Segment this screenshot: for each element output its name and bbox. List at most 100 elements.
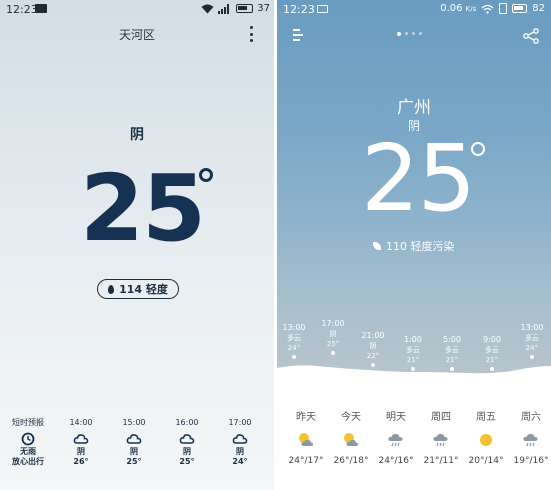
hourly-temp: 21° bbox=[445, 356, 459, 364]
aqi-badge[interactable]: 114 轻度 bbox=[97, 279, 179, 299]
hourly-item: 17:00 阴 25° bbox=[313, 318, 353, 355]
forecast-value: 26° bbox=[73, 457, 89, 466]
hourly-condition: 阴 bbox=[369, 342, 377, 350]
rain-cloud-icon bbox=[522, 432, 540, 448]
forecast-value: 25° bbox=[179, 457, 195, 466]
hourly-temp: 21° bbox=[485, 356, 499, 364]
hourly-temp: 24° bbox=[287, 344, 301, 352]
hourly-point bbox=[530, 355, 534, 359]
day-range: 21°/11° bbox=[423, 456, 459, 466]
hourly-condition: 阴 bbox=[329, 330, 337, 338]
hourly-temp: 25° bbox=[326, 340, 340, 348]
battery-icon bbox=[236, 4, 254, 13]
hourly-point bbox=[331, 351, 335, 355]
daily-item[interactable]: 周五 20°/14° bbox=[465, 411, 507, 467]
day-range: 24°/16° bbox=[378, 456, 414, 466]
hourly-item: 21:00 阴 22° bbox=[353, 330, 393, 367]
hourly-point bbox=[411, 367, 415, 371]
hourly-time: 13:00 bbox=[282, 323, 306, 332]
forecast-value: 24° bbox=[232, 457, 248, 466]
forecast-condition: 阴 bbox=[183, 447, 191, 456]
current-condition: 阴 bbox=[130, 127, 144, 143]
battery-level: 37 bbox=[257, 3, 270, 14]
message-icon bbox=[35, 4, 47, 13]
hourly-condition: 多云 bbox=[445, 346, 459, 354]
status-right: 37 bbox=[201, 3, 270, 14]
daily-item[interactable]: 昨天 24°/17° bbox=[285, 411, 327, 467]
forecast-item: 15:00 阴 25° bbox=[109, 417, 159, 467]
drop-icon bbox=[108, 284, 115, 294]
partly-cloudy-icon bbox=[342, 432, 360, 448]
hourly-time: 13:00 bbox=[520, 323, 544, 332]
day-name: 明天 bbox=[386, 412, 406, 423]
degree-symbol bbox=[199, 168, 213, 182]
daily-item[interactable]: 周四 21°/11° bbox=[420, 411, 462, 467]
sun-icon bbox=[477, 432, 495, 448]
hourly-item: 13:00 多云 24° bbox=[277, 322, 314, 359]
forecast-value: 放心出行 bbox=[12, 457, 44, 466]
screenshot-pair: 12:23 37 天河区 阴 25 114 轻度 短时预报 无雨 放心出行 14… bbox=[0, 0, 551, 490]
hourly-point bbox=[371, 363, 375, 367]
hourly-temp: 22° bbox=[366, 352, 380, 360]
day-name: 周四 bbox=[431, 412, 451, 423]
forecast-condition: 无雨 bbox=[20, 447, 36, 456]
left-weather-screen: 12:23 37 天河区 阴 25 114 轻度 短时预报 无雨 放心出行 14… bbox=[0, 0, 274, 490]
cloud-icon bbox=[126, 431, 142, 445]
forecast-time: 14:00 bbox=[69, 418, 93, 427]
hourly-time: 21:00 bbox=[361, 331, 385, 340]
cloud-icon bbox=[232, 431, 248, 445]
day-name: 今天 bbox=[341, 412, 361, 423]
day-name: 周五 bbox=[476, 412, 496, 423]
forecast-item: 17:00 阴 24° bbox=[215, 417, 265, 467]
hourly-condition: 多云 bbox=[485, 346, 499, 354]
forecast-condition: 阴 bbox=[130, 447, 138, 456]
day-range: 19°/16° bbox=[513, 456, 549, 466]
wifi-icon bbox=[201, 4, 214, 13]
day-name: 昨天 bbox=[296, 412, 316, 423]
rain-cloud-icon bbox=[432, 432, 450, 448]
hourly-time: 9:00 bbox=[483, 335, 501, 344]
daily-item[interactable]: 周六 19°/16° bbox=[510, 411, 551, 467]
forecast-time: 15:00 bbox=[122, 418, 146, 427]
daily-item[interactable]: 今天 26°/18° bbox=[330, 411, 372, 467]
hourly-item: 9:00 多云 21° bbox=[472, 334, 512, 371]
hourly-time: 17:00 bbox=[321, 319, 345, 328]
location-title[interactable]: 天河区 bbox=[0, 26, 274, 43]
hourly-condition: 多云 bbox=[525, 334, 539, 342]
forecast-item: 短时预报无雨 放心出行 bbox=[3, 417, 53, 467]
hourly-item: 5:00 多云 21° bbox=[432, 334, 472, 371]
forecast-value: 25° bbox=[126, 457, 142, 466]
cloud-icon bbox=[179, 431, 195, 445]
signal-icon bbox=[218, 3, 230, 14]
partly-cloudy-icon bbox=[297, 432, 315, 448]
status-bar: 12:23 37 bbox=[0, 0, 274, 18]
hourly-condition: 多云 bbox=[287, 334, 301, 342]
hourly-item: 1:00 多云 21° bbox=[393, 334, 433, 371]
day-range: 24°/17° bbox=[288, 456, 324, 466]
forecast-time: 16:00 bbox=[175, 418, 199, 427]
right-weather-screen: 12:23 0.06 K/s 82 广州 阴 25 110 轻度污染 13:00… bbox=[277, 0, 551, 490]
forecast-item: 16:00 阴 25° bbox=[162, 417, 212, 467]
hourly-temp: 21° bbox=[406, 356, 420, 364]
status-time: 12:23 bbox=[6, 3, 38, 16]
cloud-icon bbox=[73, 431, 89, 445]
aqi-text: 114 轻度 bbox=[119, 283, 168, 296]
clock-icon bbox=[20, 431, 36, 446]
hourly-temp: 24° bbox=[525, 344, 539, 352]
hourly-condition: 多云 bbox=[406, 346, 420, 354]
hourly-time: 5:00 bbox=[443, 335, 461, 344]
forecast-time: 短时预报 bbox=[12, 418, 44, 427]
day-range: 20°/14° bbox=[468, 456, 504, 466]
forecast-item: 14:00 阴 26° bbox=[56, 417, 106, 467]
hourly-item: 13:00 多云 24° bbox=[512, 322, 551, 359]
hourly-point bbox=[490, 367, 494, 371]
forecast-time: 17:00 bbox=[228, 418, 252, 427]
hourly-point bbox=[292, 355, 296, 359]
forecast-condition: 阴 bbox=[236, 447, 244, 456]
hourly-time: 1:00 bbox=[404, 335, 422, 344]
more-options-icon[interactable] bbox=[250, 26, 254, 42]
forecast-condition: 阴 bbox=[77, 447, 85, 456]
daily-item[interactable]: 明天 24°/16° bbox=[375, 411, 417, 467]
current-temperature: 25 bbox=[80, 155, 206, 262]
rain-cloud-icon bbox=[387, 432, 405, 448]
